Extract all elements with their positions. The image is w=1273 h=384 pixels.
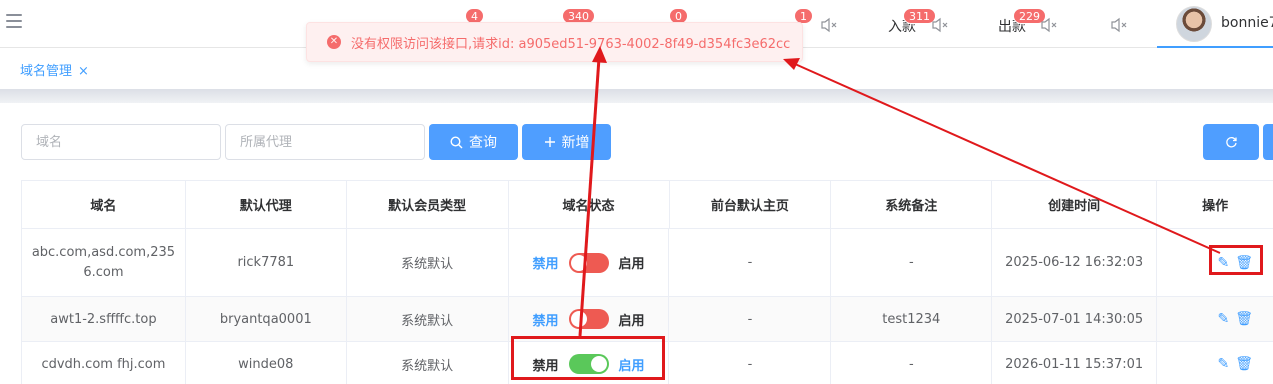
speaker-muted-icon[interactable] xyxy=(931,17,949,33)
status-off-label: 禁用 xyxy=(532,313,559,329)
cell-remark: - xyxy=(831,342,993,384)
cell-domain: awt1-2.sffffc.top xyxy=(22,297,186,341)
cell-domain: cdvdh.com fhj.com xyxy=(22,342,186,384)
username: bonnie7 xyxy=(1221,15,1273,31)
cell-status: 禁用 启用 xyxy=(508,297,670,341)
cell-member-type: 系统默认 xyxy=(347,229,509,296)
cell-actions: ✎ 🗑 xyxy=(1157,342,1273,384)
tab-label: 域名管理 xyxy=(20,64,73,79)
refresh-button[interactable] xyxy=(1203,124,1259,160)
cell-status: 禁用 启用 xyxy=(509,229,670,296)
cell-domain: abc.com,asd.com,2356.com xyxy=(22,229,186,296)
speaker-muted-icon[interactable] xyxy=(1110,17,1128,33)
error-message: ✕ 没有权限访问该接口,请求id: a905ed51-9763-4002-8f4… xyxy=(306,22,803,62)
status-off-label: 禁用 xyxy=(532,257,559,272)
cell-member-type: 系统默认 xyxy=(347,342,509,384)
nav-item-sound[interactable] xyxy=(1108,0,1138,48)
annotation-box-toggle xyxy=(511,336,665,380)
plus-icon xyxy=(544,137,555,147)
cell-actions: ✎ 🗑 xyxy=(1157,297,1273,341)
header-actions: 操作 xyxy=(1202,199,1229,214)
nav-item-withdraw[interactable]: 出款 229 xyxy=(998,0,1068,48)
cell-homepage: - xyxy=(669,229,832,296)
cell-homepage: - xyxy=(669,297,832,341)
search-button[interactable]: 查询 xyxy=(429,124,518,160)
cell-remark: - xyxy=(831,229,993,296)
agent-search-input[interactable] xyxy=(225,124,425,160)
nav-item-deposit[interactable]: 入款 311 xyxy=(888,0,958,48)
header-domain: 域名 xyxy=(22,181,186,228)
table-header: 域名 默认代理 默认会员类型 域名状态 前台默认主页 系统备注 创建时间 操作 xyxy=(22,181,1273,229)
table-row: abc.com,asd.com,2356.com rick7781 系统默认 禁… xyxy=(22,229,1273,297)
search-label: 查询 xyxy=(469,135,497,151)
status-on-label: 启用 xyxy=(618,257,645,272)
error-icon: ✕ xyxy=(327,35,341,49)
status-toggle[interactable] xyxy=(568,252,609,273)
header-remark: 系统备注 xyxy=(831,181,993,228)
header-homepage: 前台默认主页 xyxy=(670,181,832,228)
delete-icon[interactable]: 🗑 xyxy=(1235,311,1253,327)
cell-remark: test1234 xyxy=(831,297,993,341)
cell-created: 2025-07-01 14:30:05 xyxy=(992,297,1158,341)
edit-icon[interactable]: ✎ xyxy=(1218,356,1230,372)
refresh-icon xyxy=(1225,136,1237,147)
status-on-label: 启用 xyxy=(618,313,645,329)
columns-button[interactable] xyxy=(1263,124,1273,160)
cell-member-type: 系统默认 xyxy=(346,297,509,341)
status-toggle[interactable] xyxy=(568,309,609,329)
header-default-agent: 默认代理 xyxy=(186,181,347,228)
tab-domain-management[interactable]: 域名管理 × xyxy=(20,60,89,79)
speaker-muted-icon[interactable] xyxy=(820,17,838,33)
cell-created: 2025-06-12 16:32:03 xyxy=(992,229,1158,296)
edit-icon[interactable]: ✎ xyxy=(1218,311,1230,327)
domain-search-input[interactable] xyxy=(21,124,221,160)
speaker-muted-icon[interactable] xyxy=(1040,17,1058,33)
avatar[interactable] xyxy=(1176,6,1212,42)
header-member-type: 默认会员类型 xyxy=(347,181,509,228)
search-icon xyxy=(450,135,463,148)
cell-agent: winde08 xyxy=(186,342,347,384)
header-created: 创建时间 xyxy=(992,181,1158,228)
cell-agent: bryantqa0001 xyxy=(185,297,347,341)
close-icon[interactable]: × xyxy=(78,64,89,79)
cell-homepage: - xyxy=(669,342,832,384)
add-button[interactable]: 新增 xyxy=(522,124,611,160)
hamburger-menu-icon[interactable] xyxy=(6,14,22,28)
error-text: 没有权限访问该接口,请求id: a905ed51-9763-4002-8f49-… xyxy=(351,36,791,52)
cell-created: 2026-01-11 15:37:01 xyxy=(992,342,1158,384)
tabs-divider xyxy=(0,89,1273,103)
add-label: 新增 xyxy=(561,135,590,151)
header-status: 域名状态 xyxy=(509,181,670,228)
annotation-box-actions xyxy=(1209,245,1263,275)
user-menu[interactable]: bonnie7 xyxy=(1157,0,1273,48)
cell-agent: rick7781 xyxy=(186,229,347,296)
delete-icon[interactable]: 🗑 xyxy=(1235,356,1253,372)
